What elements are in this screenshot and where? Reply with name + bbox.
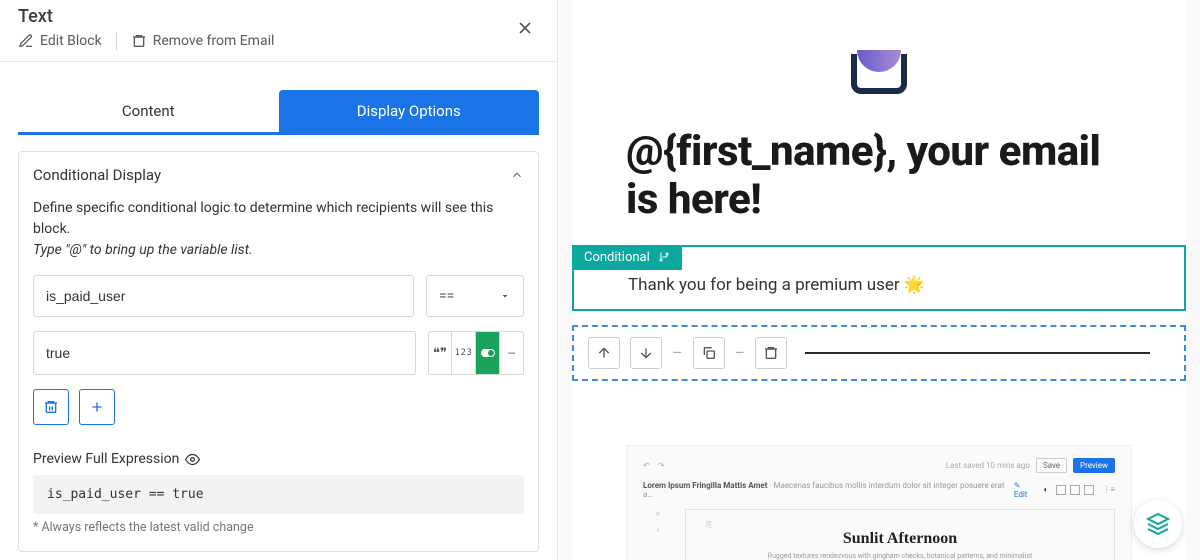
delete-condition-button[interactable] bbox=[33, 389, 69, 425]
divider-line bbox=[805, 352, 1150, 354]
delete-block-button[interactable] bbox=[755, 337, 787, 369]
nested-edit-link[interactable]: ✎ Edit bbox=[1014, 481, 1036, 499]
last-saved-label: Last saved 10 mins ago bbox=[946, 461, 1030, 470]
brand-logo bbox=[626, 42, 1132, 98]
chevron-up-icon bbox=[510, 168, 524, 182]
nested-hero-sub: Rugged textures rendezvous with gingham … bbox=[706, 552, 1094, 560]
nested-hero-title: Sunlit Afternoon bbox=[706, 530, 1094, 548]
selected-divider-block[interactable]: – – bbox=[572, 325, 1186, 381]
nested-title: Lorem Ipsum Fringilla Mattis Amet bbox=[643, 481, 767, 490]
variable-input[interactable] bbox=[33, 275, 414, 317]
move-up-button[interactable] bbox=[588, 337, 620, 369]
caret-down-icon bbox=[499, 290, 511, 302]
trash-icon bbox=[763, 345, 779, 361]
remove-link[interactable]: Remove from Email bbox=[131, 31, 275, 51]
type-number-button[interactable]: 123 bbox=[452, 331, 476, 375]
conditional-block[interactable]: Conditional Thank you for being a premiu… bbox=[572, 245, 1186, 311]
value-input[interactable] bbox=[33, 331, 416, 375]
layers-icon bbox=[1146, 512, 1170, 536]
help-text: Define specific conditional logic to det… bbox=[33, 198, 524, 261]
tab-content[interactable]: Content bbox=[18, 90, 279, 135]
type-boolean-button[interactable] bbox=[476, 331, 500, 375]
settings-panel: Text Edit Block Remove from Email Conten… bbox=[0, 0, 558, 560]
tabs: Content Display Options bbox=[0, 62, 557, 135]
conditional-text: Thank you for being a premium user 🌟 bbox=[628, 275, 1130, 295]
conditional-display-section: Conditional Display Define specific cond… bbox=[18, 151, 539, 552]
section-title: Conditional Display bbox=[33, 166, 161, 184]
edit-block-label: Edit Block bbox=[40, 33, 102, 49]
nested-editor-preview: ↶ ↷ Last saved 10 mins ago Save Preview … bbox=[626, 445, 1132, 560]
move-down-button[interactable] bbox=[630, 337, 662, 369]
remove-label: Remove from Email bbox=[153, 33, 275, 49]
layers-fab-button[interactable] bbox=[1134, 500, 1182, 548]
expression-preview: is_paid_user == true bbox=[33, 475, 524, 514]
arrow-up-icon bbox=[596, 345, 612, 361]
add-condition-button[interactable] bbox=[79, 389, 115, 425]
trash-icon bbox=[131, 33, 147, 49]
device-icons bbox=[1056, 485, 1094, 495]
panel-header: Text Edit Block Remove from Email bbox=[0, 0, 557, 62]
tab-display-options[interactable]: Display Options bbox=[279, 90, 540, 135]
save-button[interactable]: Save bbox=[1036, 458, 1067, 473]
copy-icon bbox=[701, 345, 717, 361]
value-type-group: ❝❞ 123 — bbox=[428, 331, 524, 375]
undo-icon: ↶ bbox=[643, 461, 650, 470]
close-icon bbox=[515, 18, 535, 38]
edit-block-link[interactable]: Edit Block bbox=[18, 31, 102, 51]
close-button[interactable] bbox=[515, 18, 535, 38]
trash-icon bbox=[43, 399, 59, 415]
email-headline: @{first_name}, your email is here! bbox=[626, 128, 1132, 225]
panel-title: Text bbox=[18, 6, 539, 27]
search-icon: ⌕ bbox=[656, 509, 660, 519]
expression-footnote: * Always reflects the latest valid chang… bbox=[33, 520, 524, 535]
operator-select[interactable]: == bbox=[426, 275, 524, 317]
type-string-button[interactable]: ❝❞ bbox=[428, 331, 452, 375]
duplicate-button[interactable] bbox=[693, 337, 725, 369]
preview-panel: @{first_name}, your email is here! Condi… bbox=[558, 0, 1200, 560]
email-canvas: @{first_name}, your email is here! Condi… bbox=[572, 0, 1186, 560]
preview-expression-label: Preview Full Expression bbox=[33, 451, 524, 467]
divider bbox=[116, 32, 117, 50]
type-null-button[interactable]: — bbox=[500, 331, 524, 375]
plus-icon bbox=[89, 399, 105, 415]
section-header[interactable]: Conditional Display bbox=[19, 152, 538, 198]
pencil-icon bbox=[18, 33, 34, 49]
redo-icon: ↷ bbox=[658, 461, 665, 470]
arrow-down-icon bbox=[638, 345, 654, 361]
chevron-left-icon: ‹ bbox=[657, 525, 659, 534]
preview-button[interactable]: Preview bbox=[1073, 458, 1115, 473]
conditional-badge: Conditional bbox=[572, 245, 682, 270]
branch-icon bbox=[658, 251, 670, 263]
eye-icon bbox=[185, 452, 200, 467]
